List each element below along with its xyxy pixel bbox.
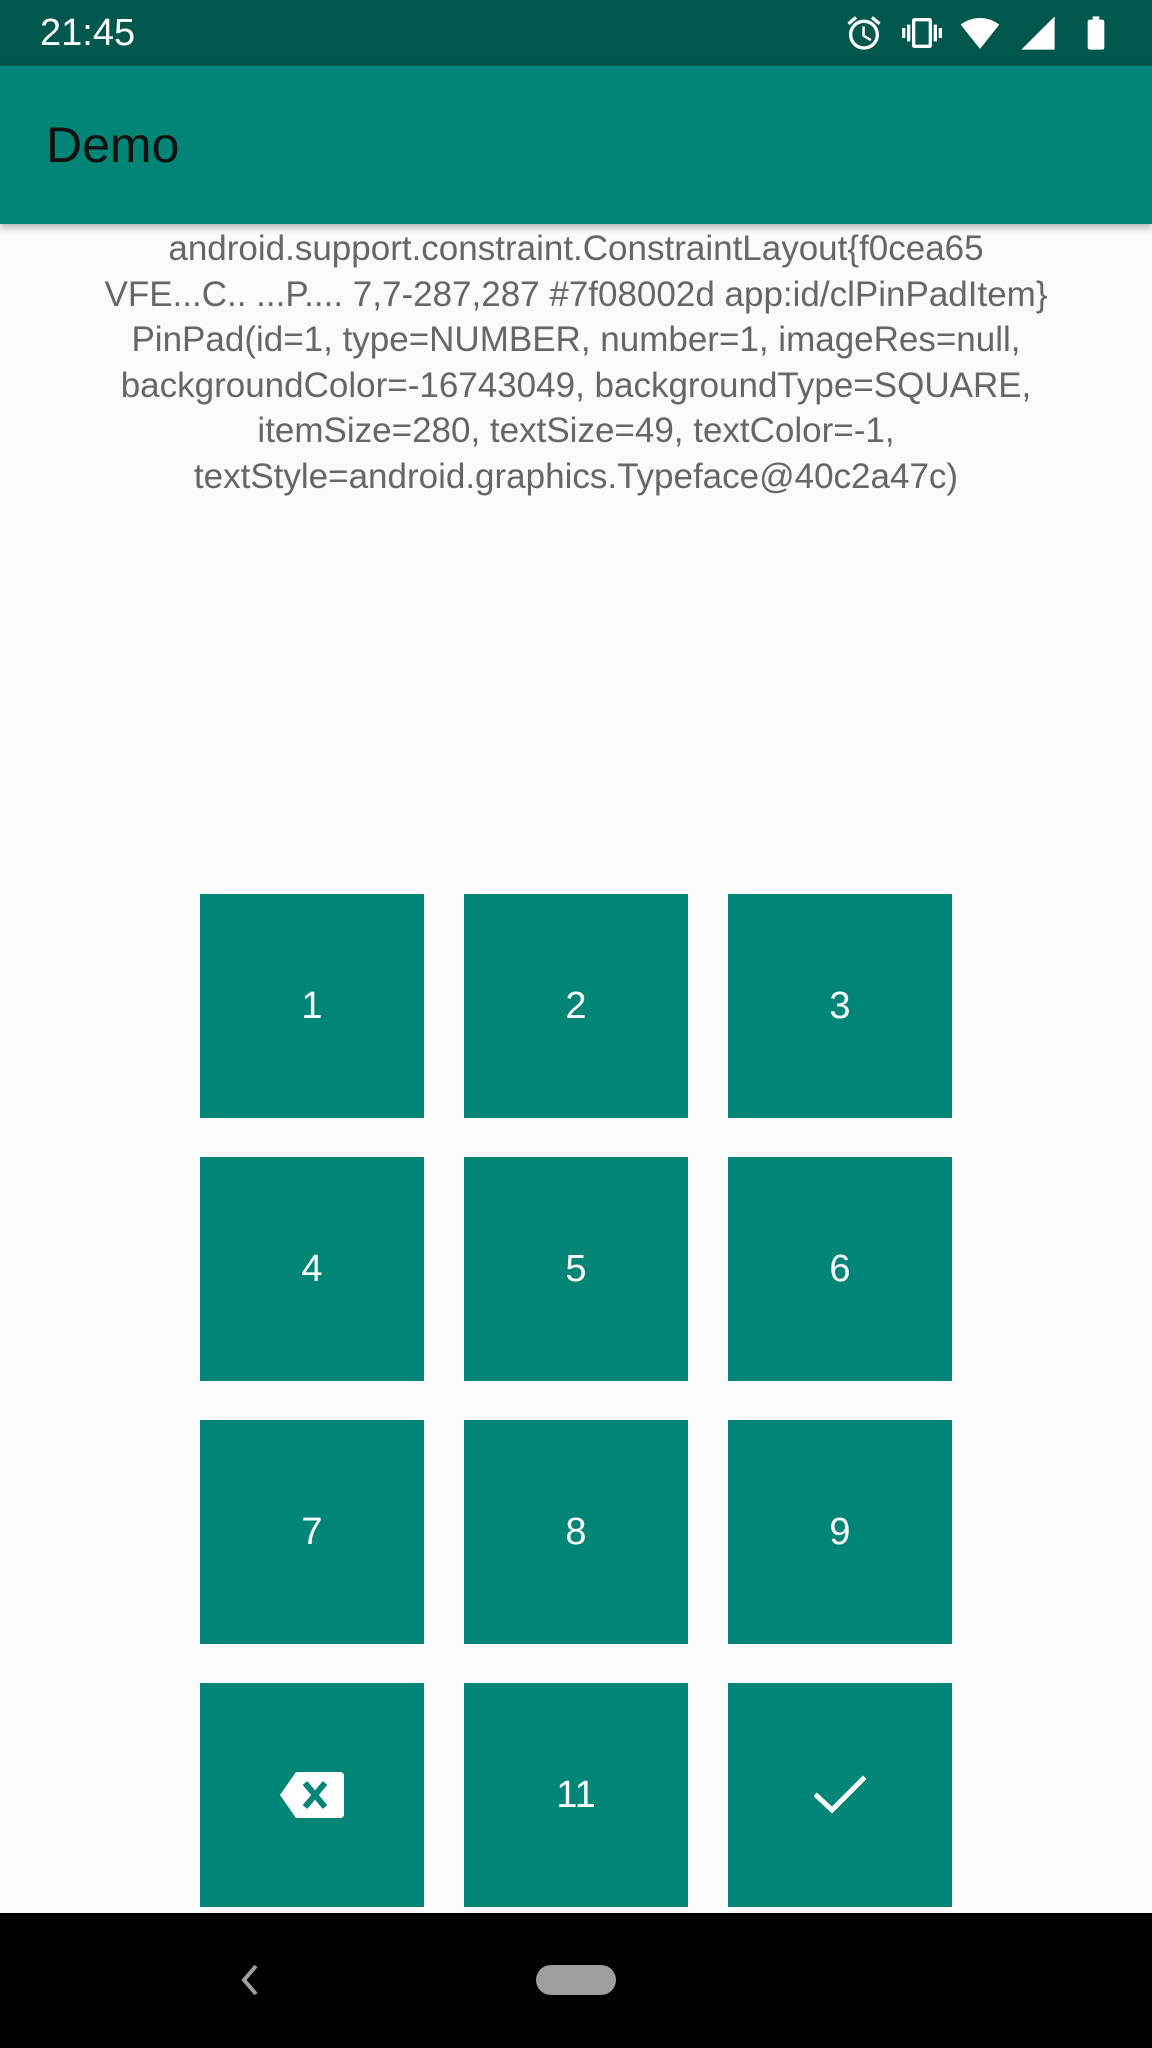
pin-key-label: 1 [301, 984, 323, 1027]
debug-line: VFE...C.. ...P.... 7,7-287,287 #7f08002d… [104, 274, 1048, 314]
pin-key-label: 7 [301, 1510, 323, 1553]
pin-key-label: 4 [301, 1247, 323, 1290]
backspace-icon [280, 1772, 344, 1818]
pin-key-9[interactable]: 9 [728, 1420, 952, 1644]
confirm-button[interactable] [728, 1683, 952, 1907]
debug-line: backgroundColor=-16743049, backgroundTyp… [120, 365, 1032, 405]
debug-line: android.support.constraint.ConstraintLay… [168, 229, 984, 268]
back-icon[interactable] [228, 1957, 268, 2003]
debug-line: PinPad(id=1, type=NUMBER, number=1, imag… [131, 320, 1021, 359]
pin-pad: 1 2 3 4 5 6 7 8 9 11 [200, 894, 952, 1907]
vibrate-icon [902, 13, 942, 53]
pin-key-7[interactable]: 7 [200, 1420, 424, 1644]
pin-key-label: 3 [829, 984, 851, 1027]
pin-key-label: 11 [556, 1773, 596, 1816]
debug-line: itemSize=280, textSize=49, textColor=-1, [257, 411, 895, 450]
status-time: 21:45 [40, 12, 136, 54]
app-title: Demo [46, 117, 180, 173]
backspace-button[interactable] [200, 1683, 424, 1907]
pin-key-label: 5 [565, 1247, 587, 1290]
debug-line: textStyle=android.graphics.Typeface@40c2… [193, 456, 959, 496]
home-pill-icon[interactable] [536, 1965, 616, 1995]
pin-key-8[interactable]: 8 [464, 1420, 688, 1644]
app-bar: Demo [0, 66, 1152, 224]
pin-key-label: 6 [829, 1247, 851, 1290]
debug-info-text: android.support.constraint.ConstraintLay… [20, 226, 1132, 499]
pin-key-3[interactable]: 3 [728, 894, 952, 1118]
pin-key-5[interactable]: 5 [464, 1157, 688, 1381]
status-bar: 21:45 [0, 0, 1152, 66]
pin-key-label: 8 [565, 1510, 587, 1553]
pin-key-4[interactable]: 4 [200, 1157, 424, 1381]
battery-icon [1076, 13, 1116, 53]
check-icon [814, 1775, 866, 1814]
pin-key-2[interactable]: 2 [464, 894, 688, 1118]
alarm-icon [844, 13, 884, 53]
signal-icon [1018, 13, 1058, 53]
pin-key-label: 2 [565, 984, 587, 1027]
pin-key-1[interactable]: 1 [200, 894, 424, 1118]
pin-key-11[interactable]: 11 [464, 1683, 688, 1907]
status-icons [844, 13, 1116, 53]
wifi-icon [960, 13, 1000, 53]
pin-key-label: 9 [829, 1510, 851, 1553]
pin-key-6[interactable]: 6 [728, 1157, 952, 1381]
